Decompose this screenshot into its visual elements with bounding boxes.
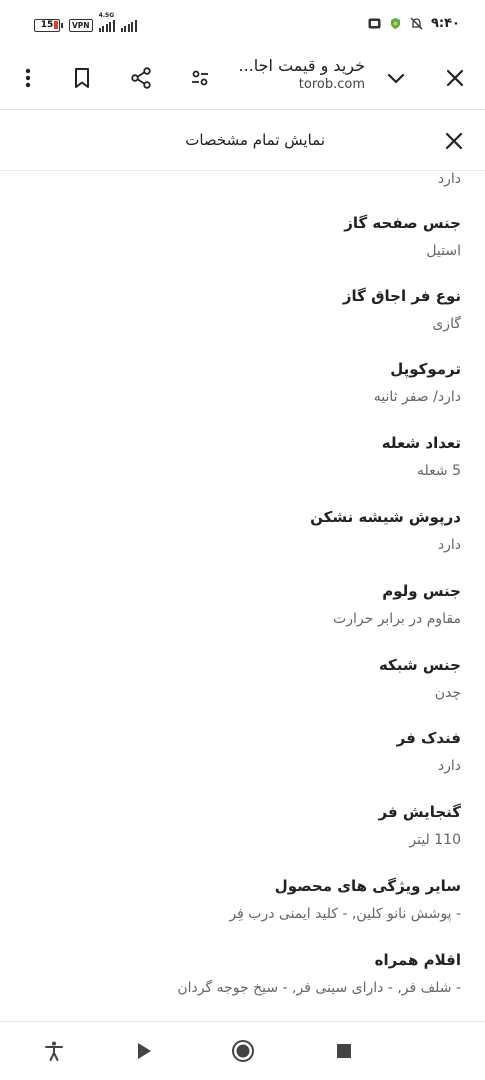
nav-back-icon [138, 1043, 151, 1059]
expand-button[interactable] [381, 63, 411, 93]
tune-icon [192, 70, 208, 86]
spec-item: سایر ویژگی های محصول - پوشش نانو کلین, -… [21, 877, 461, 922]
spec-label: تعداد شعله [381, 434, 461, 452]
spec-value: - شلف فر, - دارای سینی فر, - سیخ جوجه گر… [177, 980, 461, 996]
spec-item: فندک فر دارد [21, 729, 461, 774]
accessibility-button[interactable] [41, 1038, 67, 1064]
specs-panel-header: نمایش تمام مشخصات [0, 111, 485, 171]
spec-label: درپوش شیشه نشکن [310, 508, 461, 526]
spec-value: چدن [434, 685, 461, 701]
page-title-area[interactable]: خرید و قیمت اجا... torob.com [205, 56, 365, 92]
close-icon [445, 132, 463, 150]
spec-label: گنجایش فر [378, 803, 462, 821]
vpn-badge: VPN [69, 19, 93, 32]
spec-label: جنس ولوم [382, 582, 461, 600]
close-tab-button[interactable] [440, 63, 470, 93]
spec-value: دارد [437, 758, 461, 774]
nav-recents-icon [337, 1044, 351, 1058]
browser-toolbar: خرید و قیمت اجا... torob.com [0, 50, 485, 110]
screen-icon [368, 18, 381, 29]
panel-close-button[interactable] [441, 128, 467, 154]
signal-icon-2 [120, 19, 137, 32]
network-type: 4.5G [98, 11, 115, 19]
spec-value: دارد/ صفر ثانیه [373, 389, 461, 405]
nav-home-button[interactable] [230, 1038, 256, 1064]
close-icon [446, 69, 464, 87]
spec-label: اقلام همراه [374, 951, 461, 969]
nav-back-button[interactable] [131, 1038, 157, 1064]
spec-value: دارد [437, 537, 461, 553]
spec-value: 5 شعله [417, 463, 461, 479]
spec-item: جنس شبکه چدن [21, 656, 461, 701]
spec-label: جنس شبکه [378, 656, 461, 674]
status-right: ۹:۴۰ [368, 16, 460, 31]
nav-recents-button[interactable] [331, 1038, 357, 1064]
spec-value: مقاوم در برابر حرارت [333, 611, 461, 627]
battery-level: 15 [40, 20, 54, 30]
specs-list: دارد جنس صفحه گاز استیل نوع فر اجاق گاز … [0, 171, 485, 1021]
signal-icon: 4.5G [98, 12, 115, 32]
more-vert-icon [25, 68, 31, 88]
spec-label: سایر ویژگی های محصول [274, 877, 461, 895]
spec-item: گنجایش فر 110 لیتر [21, 803, 462, 848]
panel-title: نمایش تمام مشخصات [185, 131, 325, 149]
share-icon [131, 67, 151, 89]
spec-value: دارد [437, 171, 461, 187]
spec-item: ترموکوپل دارد/ صفر ثانیه [21, 360, 461, 405]
status-bar: 15 VPN 4.5G ۹:۴۰ [0, 0, 485, 50]
battery-icon: 15 [34, 19, 63, 32]
spec-item: جنس ولوم مقاوم در برابر حرارت [21, 582, 461, 627]
share-button[interactable] [126, 63, 156, 93]
spec-value: - پوشش نانو کلین, - کلید ایمنی درب فِر [229, 906, 461, 922]
status-left: 15 VPN 4.5G [34, 12, 137, 32]
page-url: torob.com [298, 77, 365, 92]
spec-label: ترموکوپل [390, 360, 461, 378]
spec-value: 110 لیتر [409, 832, 461, 848]
tune-button[interactable] [185, 63, 215, 93]
bookmark-icon [75, 68, 89, 88]
spec-item: درپوش شیشه نشکن دارد [21, 508, 461, 553]
spec-label: فندک فر [396, 729, 461, 747]
spec-item: تعداد شعله 5 شعله [21, 434, 461, 479]
spec-item: نوع فر اجاق گاز گازی [21, 287, 461, 332]
page-title: خرید و قیمت اجا... [238, 56, 365, 75]
chevron-down-icon [387, 73, 405, 84]
spec-label: جنس صفحه گاز [344, 214, 461, 232]
bookmark-button[interactable] [67, 63, 97, 93]
spec-value: گازی [432, 316, 461, 332]
spec-item: جنس صفحه گاز استیل [21, 214, 461, 259]
accessibility-icon [45, 1041, 63, 1061]
clock: ۹:۴۰ [430, 16, 460, 31]
spec-value: استیل [426, 243, 461, 259]
shield-icon [390, 18, 400, 29]
mute-icon [410, 17, 423, 30]
system-nav-bar [0, 1021, 485, 1080]
more-button[interactable] [13, 63, 43, 93]
spec-item: اقلام همراه - شلف فر, - دارای سینی فر, -… [21, 951, 461, 996]
spec-label: نوع فر اجاق گاز [342, 287, 461, 305]
nav-home-icon [232, 1040, 254, 1062]
